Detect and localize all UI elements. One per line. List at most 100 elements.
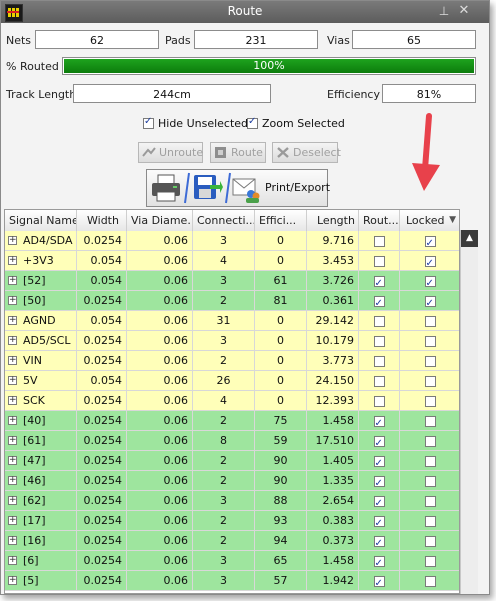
table-row[interactable]: [47] +0.0254 0.06 2 90 1.405 — [5, 451, 459, 471]
expand-row-icon[interactable]: + — [8, 416, 17, 425]
column-header-connections[interactable]: Connecti... — [193, 210, 255, 231]
table-row[interactable]: [17] +0.0254 0.06 2 93 0.383 — [5, 511, 459, 531]
routed-checkbox[interactable] — [373, 235, 385, 247]
locked-cell[interactable] — [400, 331, 459, 351]
vertical-scrollbar[interactable]: ▲ — [460, 230, 478, 594]
locked-checkbox[interactable] — [424, 254, 436, 271]
routed-cell[interactable] — [359, 471, 400, 491]
table-row[interactable]: [40] +0.0254 0.06 2 75 1.458 — [5, 411, 459, 431]
hide-unselected-option[interactable]: Hide Unselected — [143, 116, 248, 130]
expand-row-icon[interactable]: + — [8, 276, 17, 285]
expand-row-icon[interactable]: + — [8, 236, 17, 245]
locked-checkbox[interactable] — [424, 274, 436, 291]
routed-cell[interactable] — [359, 451, 400, 471]
column-header-routed[interactable]: Rout... — [359, 210, 400, 231]
locked-checkbox[interactable] — [424, 234, 436, 251]
locked-checkbox[interactable] — [424, 355, 436, 367]
routed-checkbox[interactable] — [373, 534, 385, 551]
routed-cell[interactable] — [359, 331, 400, 351]
table-row[interactable]: [6] +0.0254 0.06 3 65 1.458 — [5, 551, 459, 571]
expand-row-icon[interactable]: + — [8, 496, 17, 505]
routed-checkbox[interactable] — [373, 294, 385, 311]
routed-cell[interactable] — [359, 431, 400, 451]
deselect-button[interactable]: Deselect — [272, 142, 341, 163]
expand-row-icon[interactable]: + — [8, 336, 17, 345]
routed-cell[interactable] — [359, 311, 400, 331]
locked-cell[interactable] — [400, 491, 459, 511]
locked-cell[interactable] — [400, 391, 459, 411]
locked-checkbox[interactable] — [424, 294, 436, 311]
column-header-via-diameter[interactable]: Via Diame... — [127, 210, 193, 231]
routed-checkbox[interactable] — [373, 355, 385, 367]
routed-checkbox[interactable] — [373, 375, 385, 387]
expand-row-icon[interactable]: + — [8, 576, 17, 585]
table-row[interactable]: AD4/SDA +0.0254 0.06 3 0 9.716 — [5, 231, 459, 251]
table-row[interactable]: +3V3 +0.054 0.06 4 0 3.453 — [5, 251, 459, 271]
table-row[interactable]: SCK +0.0254 0.06 4 0 12.393 — [5, 391, 459, 411]
column-header-width[interactable]: Width — [77, 210, 127, 231]
close-icon[interactable]: ✕ — [457, 4, 471, 18]
expand-row-icon[interactable]: + — [8, 256, 17, 265]
locked-checkbox[interactable] — [424, 395, 436, 407]
locked-checkbox[interactable] — [424, 475, 436, 487]
locked-checkbox[interactable] — [424, 495, 436, 507]
zoom-selected-checkbox[interactable] — [247, 116, 258, 129]
column-header-length[interactable]: Length — [307, 210, 359, 231]
locked-checkbox[interactable] — [424, 335, 436, 347]
title-bar[interactable]: Route ⊥ ✕ — [1, 1, 489, 23]
expand-row-icon[interactable]: + — [8, 376, 17, 385]
expand-row-icon[interactable]: + — [8, 476, 17, 485]
locked-checkbox[interactable] — [424, 375, 436, 387]
scroll-up-icon[interactable]: ▲ — [461, 230, 478, 247]
routed-checkbox[interactable] — [373, 514, 385, 531]
locked-cell[interactable] — [400, 511, 459, 531]
expand-row-icon[interactable]: + — [8, 516, 17, 525]
routed-cell[interactable] — [359, 551, 400, 571]
unroute-button[interactable]: Unroute — [138, 142, 203, 163]
locked-checkbox[interactable] — [424, 515, 436, 527]
locked-cell[interactable] — [400, 351, 459, 371]
locked-checkbox[interactable] — [424, 575, 436, 587]
routed-cell[interactable] — [359, 371, 400, 391]
locked-cell[interactable] — [400, 451, 459, 471]
routed-cell[interactable] — [359, 271, 400, 291]
expand-row-icon[interactable]: + — [8, 456, 17, 465]
table-row[interactable]: [61] +0.0254 0.06 8 59 17.510 — [5, 431, 459, 451]
routed-cell[interactable] — [359, 251, 400, 271]
locked-cell[interactable] — [400, 471, 459, 491]
routed-checkbox[interactable] — [373, 255, 385, 267]
locked-checkbox[interactable] — [424, 415, 436, 427]
pin-icon[interactable]: ⊥ — [437, 4, 451, 18]
table-row[interactable]: [5] +0.0254 0.06 3 57 1.942 — [5, 571, 459, 591]
filter-dropdown-icon[interactable]: ▼ — [449, 210, 456, 231]
locked-checkbox[interactable] — [424, 435, 436, 447]
routed-cell[interactable] — [359, 491, 400, 511]
locked-checkbox[interactable] — [424, 315, 436, 327]
locked-checkbox[interactable] — [424, 555, 436, 567]
table-row[interactable]: AD5/SCL +0.0254 0.06 3 0 10.179 — [5, 331, 459, 351]
locked-cell[interactable] — [400, 411, 459, 431]
routed-cell[interactable] — [359, 531, 400, 551]
expand-row-icon[interactable]: + — [8, 436, 17, 445]
expand-row-icon[interactable]: + — [8, 536, 17, 545]
column-header-signal-name[interactable]: Signal Name — [5, 210, 77, 231]
table-row[interactable]: [62] +0.0254 0.06 3 88 2.654 — [5, 491, 459, 511]
table-row[interactable]: [50] +0.0254 0.06 2 81 0.361 — [5, 291, 459, 311]
column-header-locked[interactable]: Locked ▼ — [400, 210, 459, 231]
locked-cell[interactable] — [400, 371, 459, 391]
print-export-button[interactable]: Print/Export — [146, 169, 330, 207]
routed-checkbox[interactable] — [373, 315, 385, 327]
locked-cell[interactable] — [400, 291, 459, 311]
hide-unselected-checkbox[interactable] — [143, 116, 154, 129]
locked-checkbox[interactable] — [424, 535, 436, 547]
expand-row-icon[interactable]: + — [8, 296, 17, 305]
table-row[interactable]: 5V +0.054 0.06 26 0 24.150 — [5, 371, 459, 391]
table-row[interactable]: AGND +0.054 0.06 31 0 29.142 — [5, 311, 459, 331]
locked-cell[interactable] — [400, 311, 459, 331]
routed-cell[interactable] — [359, 391, 400, 411]
locked-cell[interactable] — [400, 251, 459, 271]
locked-cell[interactable] — [400, 431, 459, 451]
routed-cell[interactable] — [359, 511, 400, 531]
routed-cell[interactable] — [359, 291, 400, 311]
routed-checkbox[interactable] — [373, 335, 385, 347]
